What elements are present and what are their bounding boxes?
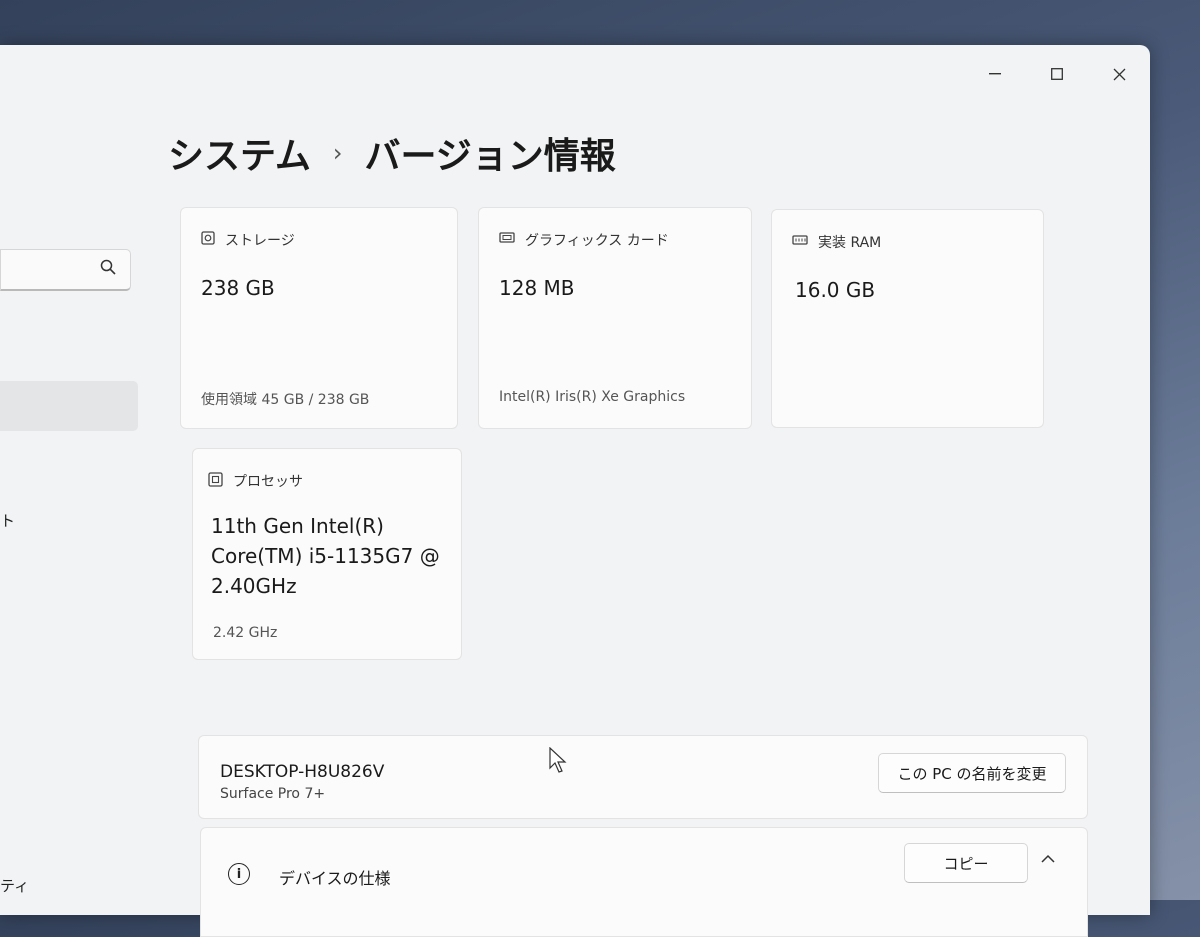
close-button[interactable]: [1099, 59, 1139, 89]
breadcrumb: システム › バージョン情報: [168, 127, 616, 179]
storage-icon: [201, 231, 215, 249]
device-name: DESKTOP-H8U826V: [220, 762, 385, 782]
storage-value: 238 GB: [201, 276, 275, 300]
device-model: Surface Pro 7+: [220, 786, 326, 802]
graphics-model: Intel(R) Iris(R) Xe Graphics: [499, 389, 686, 405]
minimize-icon: [989, 73, 1001, 75]
copy-button[interactable]: コピー: [904, 843, 1028, 883]
device-specs-panel[interactable]: i デバイスの仕様 コピー: [200, 827, 1088, 937]
maximize-icon: [1051, 68, 1063, 80]
memory-icon: [792, 234, 808, 250]
rename-pc-button[interactable]: この PC の名前を変更: [878, 753, 1066, 793]
maximize-button[interactable]: [1037, 59, 1077, 89]
storage-usage: 使用領域 45 GB / 238 GB: [201, 392, 370, 408]
search-icon[interactable]: [100, 259, 116, 280]
processor-label: プロセッサ: [233, 474, 303, 490]
mouse-cursor-icon: [549, 747, 567, 773]
chevron-up-icon[interactable]: [1041, 848, 1055, 867]
device-specs-label: デバイスの仕様: [279, 869, 391, 888]
processor-speed: 2.42 GHz: [213, 625, 278, 641]
graphics-value: 128 MB: [499, 276, 575, 300]
storage-label: ストレージ: [225, 233, 295, 249]
ram-label: 実装 RAM: [818, 235, 882, 251]
sidebar-item-fragment[interactable]: ト: [0, 510, 15, 531]
graphics-card: グラフィックス カード 128 MB Intel(R) Iris(R) Xe G…: [478, 207, 752, 429]
ram-value: 16.0 GB: [795, 278, 876, 302]
sidebar-selected-item[interactable]: [0, 381, 138, 431]
processor-card: プロセッサ 11th Gen Intel(R) Core(TM) i5-1135…: [192, 448, 462, 660]
sidebar-item-fragment[interactable]: ティ: [0, 875, 29, 896]
settings-window: システム › バージョン情報 ト ティ ストレージ 238 GB 使用領域 45…: [0, 45, 1150, 937]
ram-card: 実装 RAM 16.0 GB: [771, 209, 1044, 428]
graphics-label: グラフィックス カード: [525, 233, 669, 249]
processor-value: 11th Gen Intel(R) Core(TM) i5-1135G7 @ 2…: [211, 514, 440, 598]
close-icon: [1113, 68, 1125, 80]
breadcrumb-separator: ›: [332, 139, 343, 167]
minimize-button[interactable]: [975, 59, 1015, 89]
device-name-panel: DESKTOP-H8U826V Surface Pro 7+ この PC の名前…: [198, 735, 1088, 819]
page-title: バージョン情報: [364, 136, 616, 177]
processor-icon: [208, 471, 223, 491]
sidebar-search-box[interactable]: [0, 249, 131, 291]
info-icon: i: [228, 863, 250, 885]
storage-card: ストレージ 238 GB 使用領域 45 GB / 238 GB: [180, 207, 458, 429]
graphics-card-icon: [499, 231, 515, 249]
breadcrumb-parent[interactable]: システム: [168, 127, 311, 179]
